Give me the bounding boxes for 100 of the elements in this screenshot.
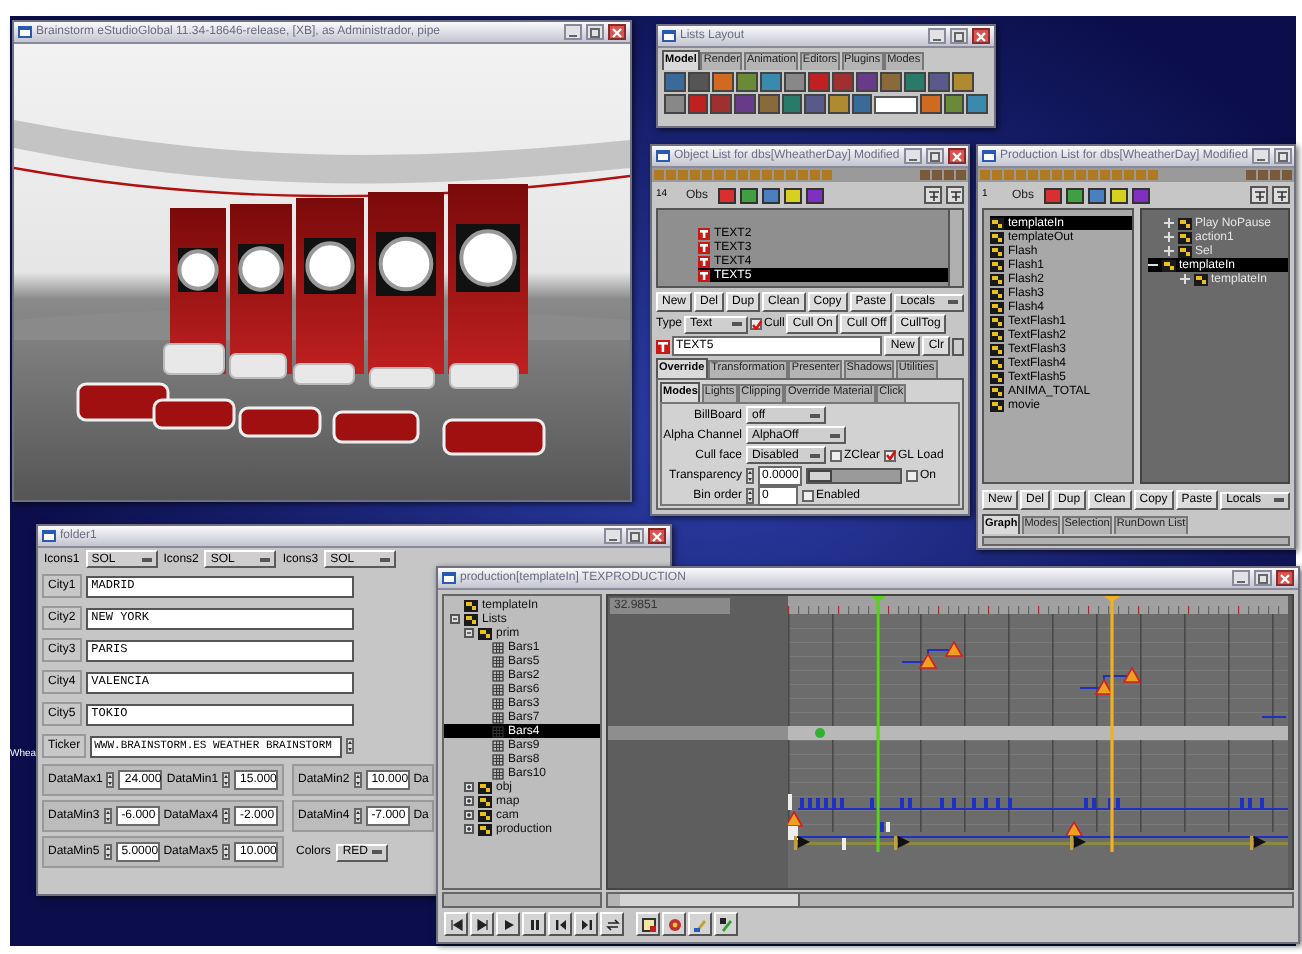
- maximize-icon: [628, 529, 642, 543]
- spinner-arrows-icon[interactable]: [222, 808, 231, 824]
- minimize-button[interactable]: [903, 148, 922, 164]
- maximize-button[interactable]: [925, 148, 944, 164]
- step-forward-button[interactable]: [470, 912, 494, 936]
- close-icon: [974, 29, 988, 43]
- step-back-icon: [553, 917, 567, 931]
- scrollbar[interactable]: [442, 892, 602, 908]
- maximize-button[interactable]: [1274, 148, 1293, 164]
- dropdown-indicator-icon: [1274, 496, 1284, 504]
- slider-thumb[interactable]: [808, 469, 832, 481]
- maximize-button[interactable]: [626, 528, 644, 544]
- tool-icon[interactable]: [710, 94, 733, 114]
- tool-icon[interactable]: [828, 94, 850, 114]
- tool-icon[interactable]: [757, 94, 780, 114]
- tool-icon[interactable]: [966, 94, 988, 114]
- maximize-icon: [1276, 149, 1291, 163]
- checkbox[interactable]: [802, 489, 814, 501]
- spinner-arrows-icon[interactable]: [103, 844, 112, 860]
- slider-track[interactable]: [806, 467, 902, 483]
- tool-icon[interactable]: [919, 94, 942, 114]
- checkbox[interactable]: [884, 449, 897, 461]
- scrollbar[interactable]: [948, 210, 962, 286]
- tool-icon[interactable]: [664, 94, 686, 114]
- window-icon: [656, 150, 670, 162]
- spinner-arrows-icon[interactable]: [103, 808, 112, 824]
- dropdown-indicator-icon: [380, 555, 391, 563]
- expander-icon[interactable]: [464, 628, 474, 638]
- spinner-arrows-icon[interactable]: [222, 844, 231, 860]
- dropdown-indicator-icon: [810, 411, 820, 419]
- tool-icon[interactable]: [687, 94, 709, 114]
- minimize-button[interactable]: [1232, 570, 1250, 586]
- close-button[interactable]: [947, 148, 966, 164]
- step-forward-icon: [579, 917, 593, 931]
- scrollbar[interactable]: [606, 892, 1294, 908]
- maximize-button[interactable]: [586, 24, 604, 40]
- loop-button[interactable]: [600, 912, 624, 936]
- maximize-icon: [588, 25, 602, 39]
- minimize-button[interactable]: [1252, 148, 1271, 164]
- maximize-button[interactable]: [1254, 570, 1272, 586]
- close-icon: [610, 25, 624, 39]
- checkbox[interactable]: [750, 318, 763, 330]
- minimize-button[interactable]: [928, 28, 946, 44]
- window-icon: [18, 26, 32, 38]
- tool-icon[interactable]: [760, 72, 782, 92]
- tool-icon[interactable]: [851, 94, 873, 114]
- tool-icon[interactable]: [804, 94, 827, 114]
- frame-forward-button[interactable]: [574, 912, 598, 936]
- close-button[interactable]: [972, 28, 990, 44]
- tool-icon[interactable]: [712, 72, 734, 92]
- tool-icon[interactable]: [736, 72, 758, 92]
- skip-end-icon: [475, 917, 489, 931]
- expander-icon[interactable]: [464, 824, 474, 834]
- maximize-button[interactable]: [950, 28, 968, 44]
- spinner-arrows-icon[interactable]: [746, 487, 754, 503]
- dropdown-indicator-icon: [372, 848, 383, 856]
- close-button[interactable]: [608, 24, 626, 40]
- spinner-arrows-icon[interactable]: [746, 467, 754, 483]
- spinner-arrows-icon[interactable]: [353, 772, 362, 788]
- maximize-icon: [927, 149, 942, 163]
- skip-start-icon: [449, 917, 463, 931]
- scrollbar[interactable]: [982, 536, 1290, 546]
- window-icon: [442, 572, 456, 584]
- text-object-icon: [656, 339, 670, 353]
- minimize-button[interactable]: [564, 24, 582, 40]
- pause-button[interactable]: [522, 912, 546, 936]
- spinner-arrows-icon[interactable]: [346, 738, 354, 754]
- hierarchy-icon: [949, 189, 961, 201]
- go-to-start-button[interactable]: [444, 912, 468, 936]
- pause-icon: [527, 917, 541, 931]
- spinner-arrows-icon[interactable]: [222, 772, 231, 788]
- checkbox[interactable]: [830, 449, 842, 461]
- name-field[interactable]: [874, 95, 918, 113]
- target-icon: [667, 917, 681, 931]
- expander-icon[interactable]: [464, 796, 474, 806]
- dropdown-indicator-icon: [830, 431, 840, 439]
- expander-icon[interactable]: [464, 810, 474, 820]
- frame-back-button[interactable]: [548, 912, 572, 936]
- menu-button[interactable]: [952, 337, 964, 355]
- tool-icon[interactable]: [943, 94, 965, 114]
- window-icon: [662, 30, 676, 42]
- spinner-arrows-icon[interactable]: [106, 772, 115, 788]
- tool-icon[interactable]: [952, 72, 974, 92]
- dropdown-indicator-icon: [260, 555, 271, 563]
- minimize-button[interactable]: [604, 528, 622, 544]
- close-button[interactable]: [1276, 570, 1294, 586]
- spinner-arrows-icon[interactable]: [353, 808, 362, 824]
- tool-icon[interactable]: [784, 72, 806, 92]
- hierarchy-icon: [927, 189, 939, 201]
- window-icon: [982, 150, 996, 162]
- scrollbar-thumb[interactable]: [620, 894, 800, 906]
- loop-icon: [605, 917, 619, 931]
- checkbox[interactable]: [906, 469, 918, 481]
- expander-icon[interactable]: [464, 782, 474, 792]
- close-icon: [1278, 571, 1292, 585]
- tool-icon[interactable]: [781, 94, 803, 114]
- dropdown-indicator-icon: [732, 320, 743, 328]
- expander-icon[interactable]: [450, 614, 460, 624]
- play-button[interactable]: [496, 912, 520, 936]
- close-button[interactable]: [648, 528, 666, 544]
